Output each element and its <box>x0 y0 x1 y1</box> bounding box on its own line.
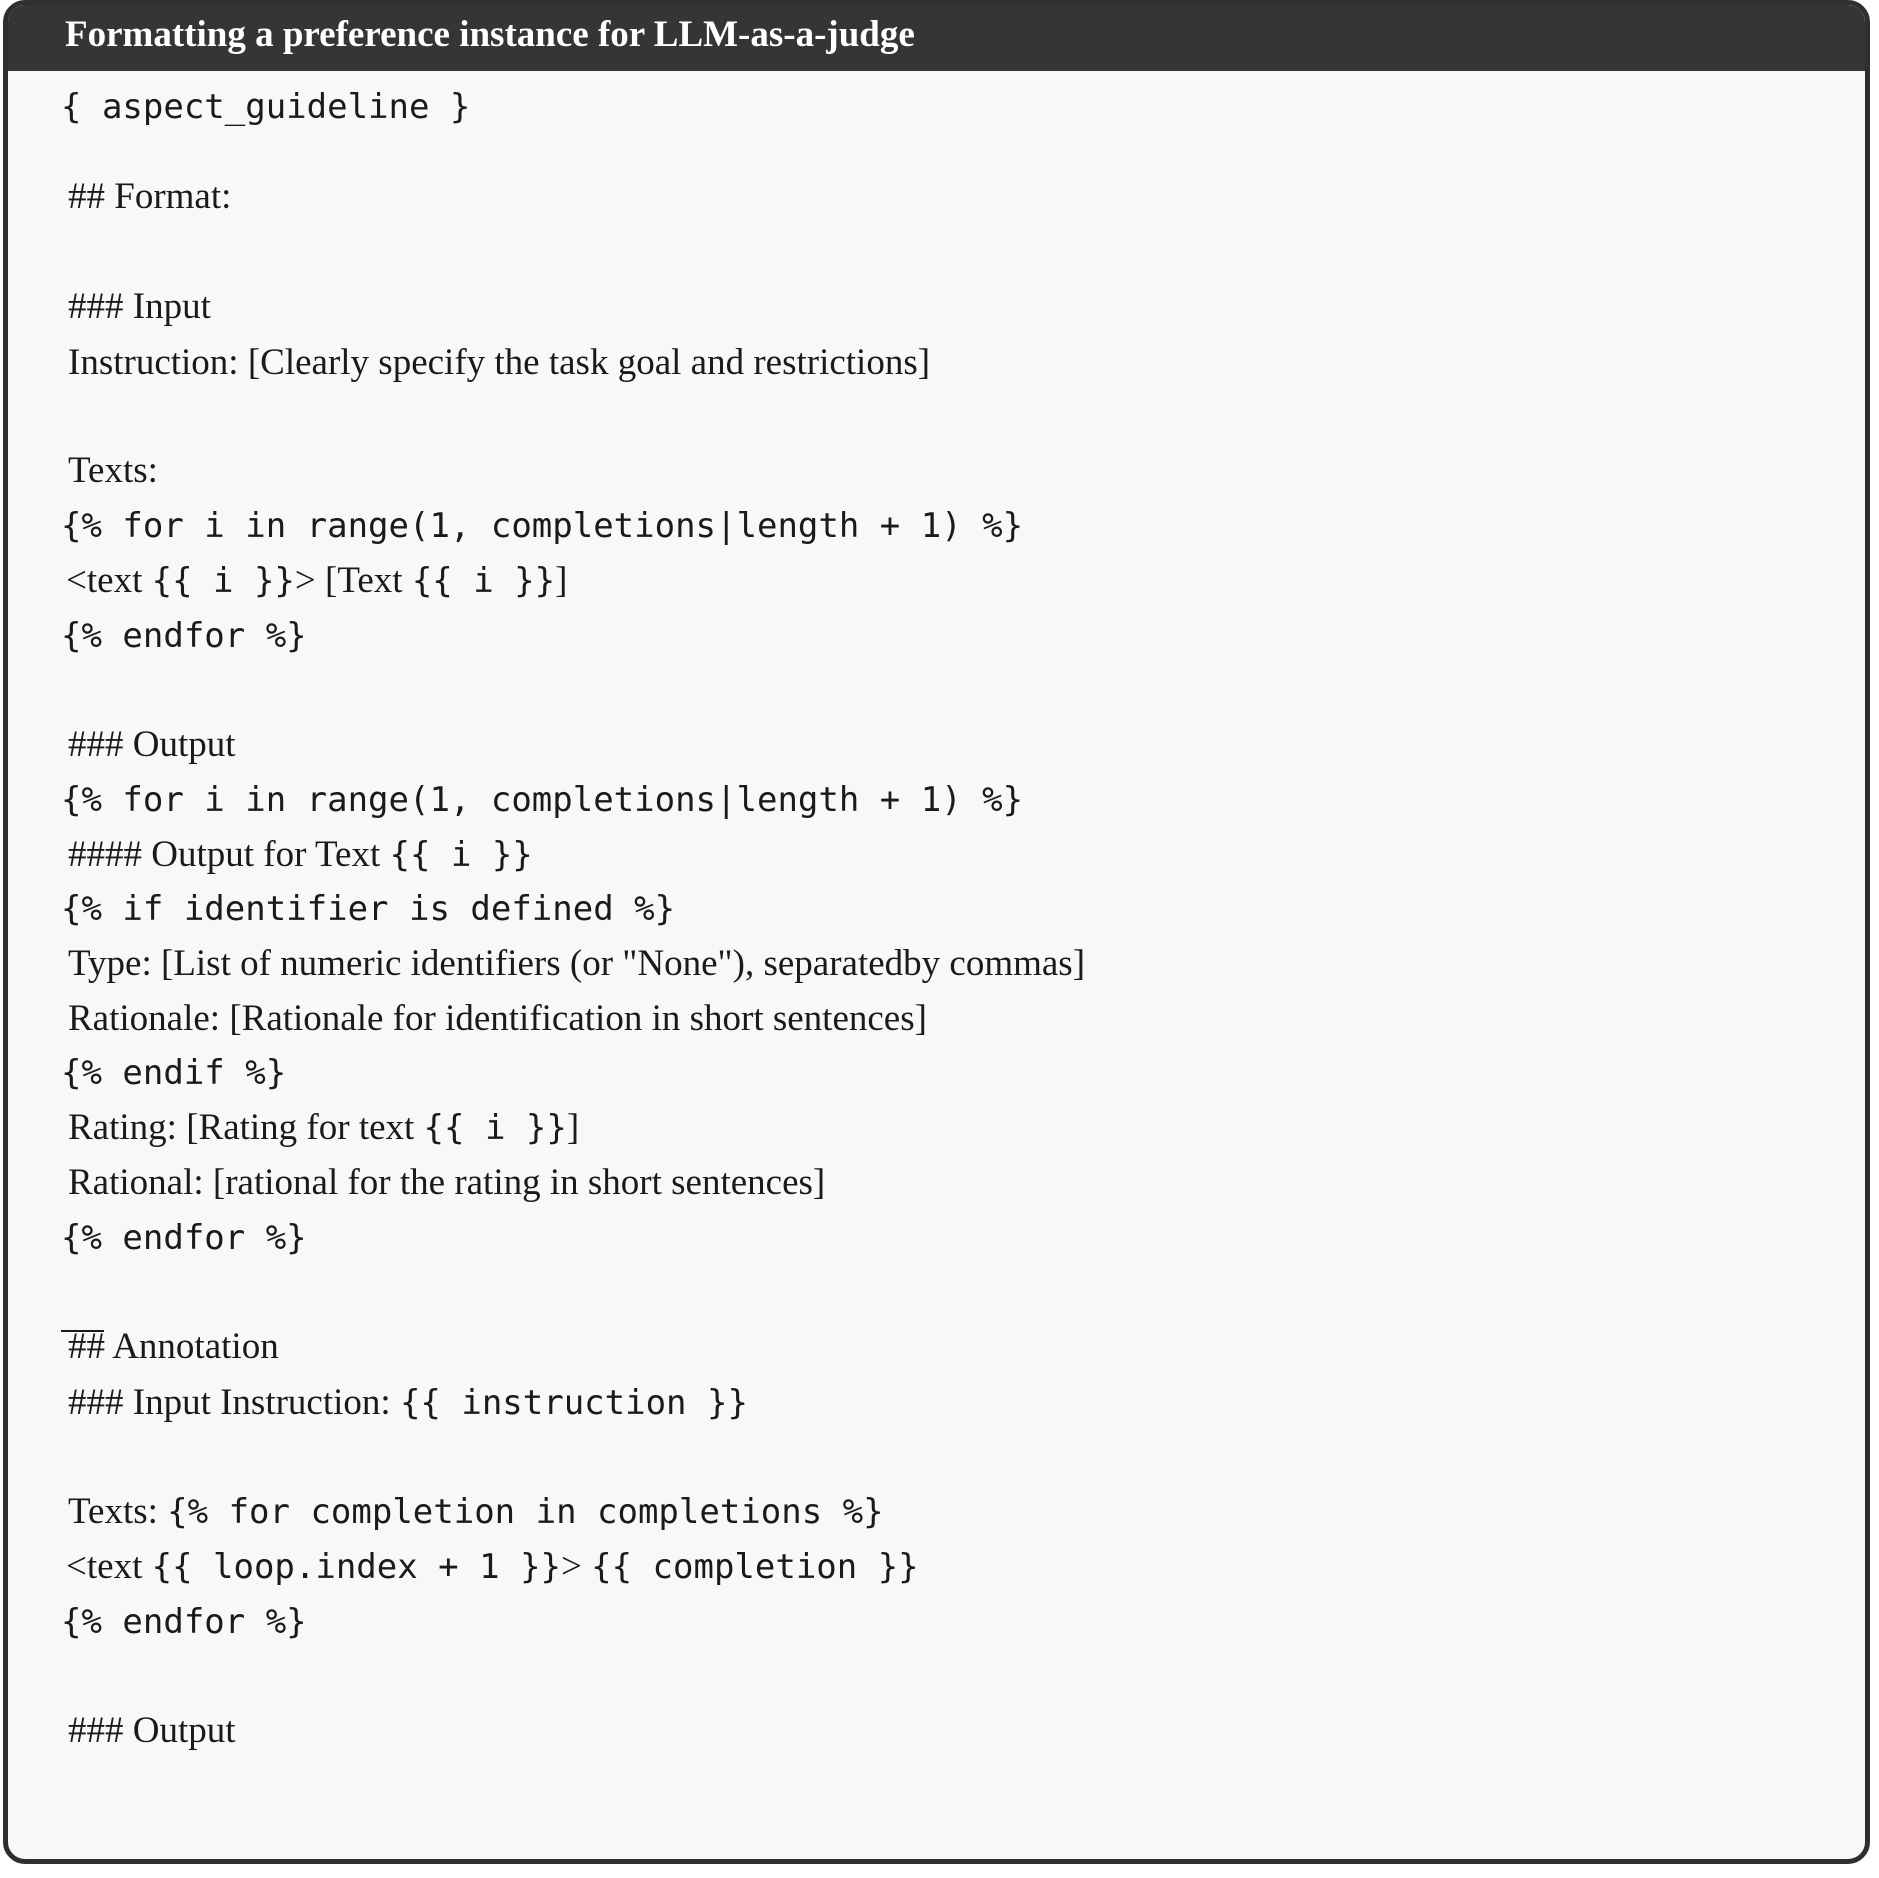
completion-tag-close: > <box>561 1546 592 1587</box>
texts-completions-label: Texts: <box>68 1491 168 1532</box>
output-for-loop-end: {% endfor %} <box>61 1218 307 1258</box>
rationale-line: Rationale: [Rationale for identification… <box>68 998 927 1039</box>
output-for-text-heading: #### Output for Text {{ i }} <box>68 833 533 877</box>
for-loop-start: {% for i in range(1, completions|length … <box>61 506 1024 546</box>
for-loop-end: {% endfor %} <box>61 616 307 656</box>
rating-bracket-close: ] <box>566 1107 580 1148</box>
rating-label: Rating: [Rating for text <box>68 1107 424 1148</box>
instruction-var: {{ instruction }} <box>399 1383 748 1423</box>
text-tag-open: <text <box>66 560 152 601</box>
loop-index-var: {{ loop.index + 1 }} <box>151 1547 562 1587</box>
completion-var: {{ completion }} <box>591 1547 919 1587</box>
input-instruction-line: ### Input Instruction: {{ instruction }} <box>68 1381 748 1425</box>
text-tag-close: > [Text <box>294 560 412 601</box>
rating-line: Rating: [Rating for text {{ i }}] <box>68 1106 579 1150</box>
texts-completions-line: Texts: {% for completion in completions … <box>68 1490 884 1534</box>
input-heading: ### Input <box>68 286 211 327</box>
output-heading: ### Output <box>68 724 236 765</box>
completion-text-line: <text {{ loop.index + 1 }}> {{ completio… <box>66 1545 919 1589</box>
input-instruction-label: ### Input Instruction: <box>68 1382 400 1423</box>
aspect-guideline-placeholder: { aspect_guideline } <box>61 87 471 127</box>
output-for-text-var: {{ i }} <box>389 835 533 875</box>
output-for-text-label: #### Output for Text <box>68 834 390 875</box>
template-body: { aspect_guideline } ## Format: ### Inpu… <box>8 71 1865 1859</box>
instruction-line: Instruction: [Clearly specify the task g… <box>68 342 931 383</box>
if-identifier-start: {% if identifier is defined %} <box>61 889 676 929</box>
texts-label: Texts: <box>68 450 158 491</box>
completions-for-end: {% endfor %} <box>61 1602 307 1642</box>
if-identifier-end: {% endif %} <box>61 1053 287 1093</box>
format-heading: ## Format: <box>68 176 232 217</box>
text-label-var: {{ i }} <box>411 561 556 601</box>
completion-tag-open: <text <box>66 1546 152 1587</box>
annotation-heading: ## Annotation <box>68 1326 279 1367</box>
prompt-template-box: Formatting a preference instance for LLM… <box>3 0 1870 1864</box>
rating-var: {{ i }} <box>423 1108 567 1148</box>
text-bracket-close: ] <box>555 560 568 601</box>
text-index-var: {{ i }} <box>151 561 295 601</box>
type-line: Type: [List of numeric identifiers (or "… <box>68 943 1086 984</box>
rational-line: Rational: [rational for the rating in sh… <box>68 1162 826 1203</box>
text-tag-line: <text {{ i }}> [Text {{ i }}] <box>66 559 567 603</box>
final-output-heading: ### Output <box>68 1710 236 1751</box>
output-for-loop-start: {% for i in range(1, completions|length … <box>61 780 1024 820</box>
completions-for-start: {% for completion in completions %} <box>167 1492 884 1532</box>
box-title: Formatting a preference instance for LLM… <box>8 5 1865 71</box>
